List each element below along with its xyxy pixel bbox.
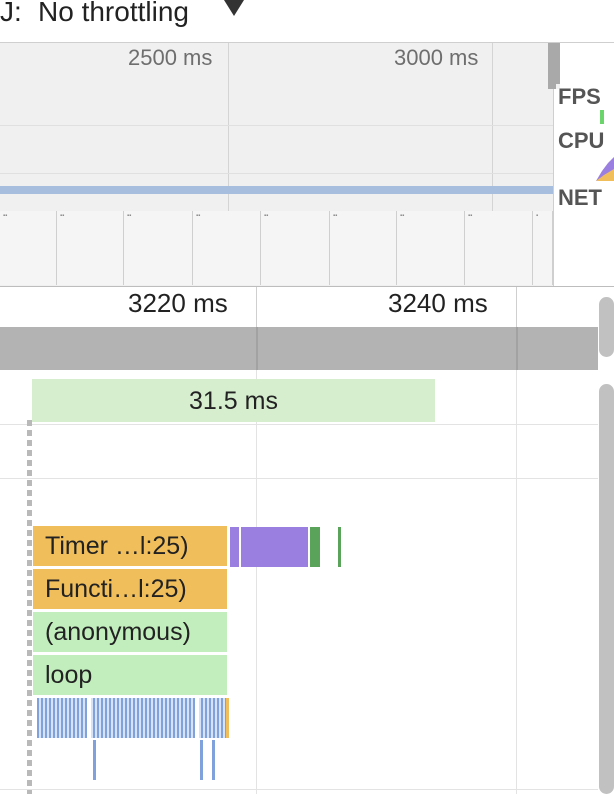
loading-event-bar[interactable] xyxy=(93,740,96,780)
overview-scrollbar-thumb[interactable] xyxy=(599,297,614,357)
cpu-track-label: CPU xyxy=(556,128,607,154)
ruler-tick xyxy=(516,287,517,327)
detail-time-ruler xyxy=(0,287,614,327)
flame-scrollbar-thumb[interactable] xyxy=(599,384,614,794)
loading-event-stripes[interactable] xyxy=(37,698,229,738)
frame-duration-label: 31.5 ms xyxy=(189,387,278,415)
flame-entry-timer[interactable]: Timer …l:25) xyxy=(33,526,227,566)
ruler-gridline xyxy=(516,327,518,370)
cpu-mini-chart xyxy=(596,157,614,181)
overview-track-divider xyxy=(0,173,553,174)
overview-selection-handle[interactable] xyxy=(548,43,560,89)
overview-track-divider xyxy=(0,125,553,126)
flame-row-divider xyxy=(0,789,598,790)
throttling-prefix: J: xyxy=(0,0,22,27)
flame-entry-anonymous[interactable]: (anonymous) xyxy=(33,612,227,652)
overview-time-label: 2500 ms xyxy=(128,45,213,70)
loading-event-bar[interactable] xyxy=(200,740,203,780)
filmstrip-frame[interactable]: ▪▪ xyxy=(124,211,193,285)
flame-entry-function-call[interactable]: Functi…l:25) xyxy=(33,569,227,609)
fps-track-label: FPS xyxy=(556,84,603,110)
ruler-time-label: 3240 ms xyxy=(388,288,488,318)
filmstrip-frame[interactable]: ▪▪ xyxy=(261,211,330,285)
network-track-header[interactable] xyxy=(0,327,598,370)
ruler-tick xyxy=(256,287,257,327)
flame-row-divider xyxy=(0,424,598,425)
throttling-select[interactable]: No throttling xyxy=(38,0,189,28)
painting-event-bar[interactable] xyxy=(338,527,341,567)
rendering-event-bar[interactable] xyxy=(230,527,308,567)
throttling-toolbar: J: No throttling xyxy=(0,0,614,43)
flame-gap xyxy=(87,698,91,738)
filmstrip-frame[interactable]: ▪▪ xyxy=(193,211,261,285)
flame-row-divider xyxy=(0,478,598,479)
frame-start-marker xyxy=(27,420,32,794)
flame-entry-loop[interactable]: loop xyxy=(33,655,227,695)
filmstrip-frame[interactable]: ▪▪ xyxy=(0,211,57,285)
filmstrip-frame[interactable]: ▪ xyxy=(533,211,553,285)
loading-event-bar[interactable] xyxy=(212,740,215,780)
flame-gridline xyxy=(516,370,517,794)
filmstrip-frame[interactable]: ▪▪ xyxy=(57,211,124,285)
filmstrip-frame[interactable]: ▪▪ xyxy=(397,211,465,285)
painting-event-bar[interactable] xyxy=(310,527,320,567)
flame-gridline xyxy=(256,370,257,794)
network-activity-band xyxy=(0,186,560,194)
ruler-gridline xyxy=(256,327,258,370)
fps-bar xyxy=(600,110,604,124)
ruler-time-label: 3220 ms xyxy=(128,288,228,318)
triangle-down-icon[interactable] xyxy=(224,0,244,16)
filmstrip-frame[interactable]: ▪▪ xyxy=(330,211,397,285)
flame-gap xyxy=(195,698,199,738)
filmstrip-frame[interactable]: ▪▪ xyxy=(465,211,533,285)
net-track-label: NET xyxy=(556,185,604,211)
scripting-sliver xyxy=(226,698,229,738)
timeline-overview[interactable]: 2500 ms 3000 ms ▪▪ ▪▪ ▪▪ ▪▪ ▪▪ ▪▪ ▪▪ ▪▪ … xyxy=(0,43,614,287)
overview-time-label: 3000 ms xyxy=(394,45,479,70)
